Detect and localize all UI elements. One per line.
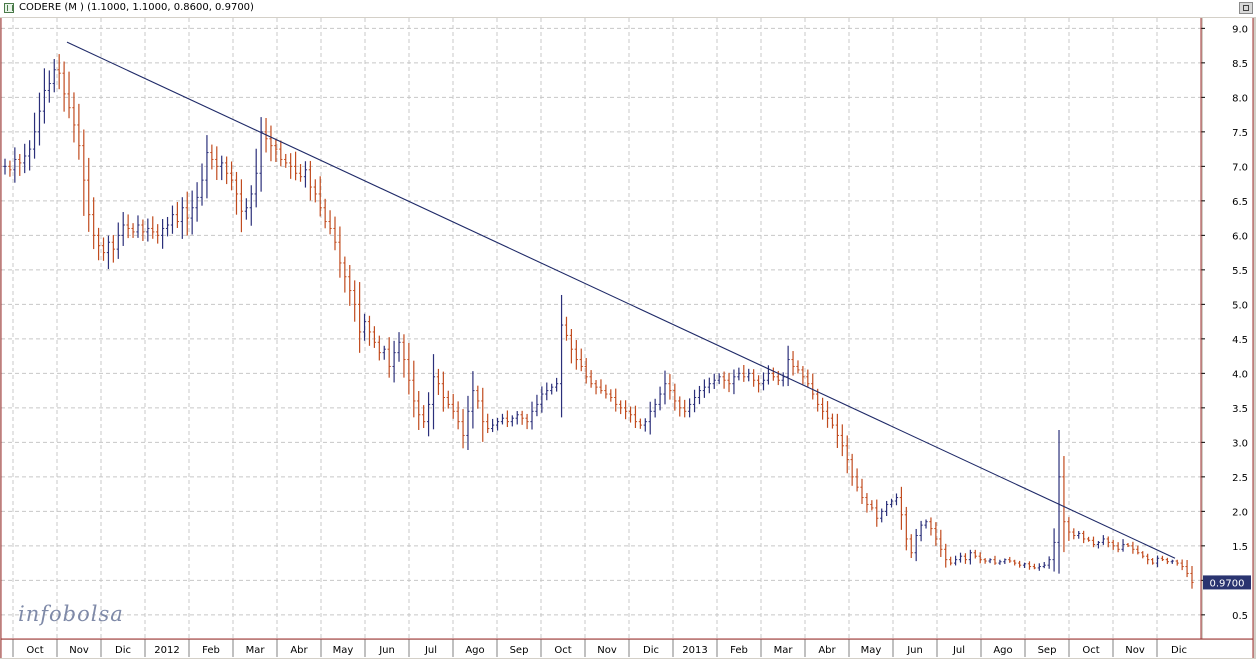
y-tick-label: 8.0 (1232, 93, 1248, 104)
title-bar: CODERE (M ) (1.1000, 1.1000, 0.8600, 0.9… (0, 0, 1256, 18)
x-tick-label: Nov (1125, 645, 1145, 656)
x-tick-label: Dic (643, 645, 659, 656)
x-tick-label: 2012 (154, 645, 179, 656)
x-tick-label: Jun (906, 645, 923, 656)
x-tick-label: Mar (246, 645, 266, 656)
y-tick-label: 5.0 (1232, 300, 1248, 311)
y-tick-label: 7.5 (1232, 128, 1248, 139)
price-chart: 9.0 8.5 8.0 7.5 7.0 6.5 6.0 5.5 5.0 4.5 4.0 3.5 3.0 2… (0, 17, 1256, 659)
x-tick-label: Feb (202, 645, 220, 656)
x-tick-label: Mar (774, 645, 794, 656)
x-tick-label: Oct (26, 645, 43, 656)
x-tick-label: Jul (952, 645, 965, 656)
x-tick-label: 2013 (682, 645, 707, 656)
infobolsa-watermark: infobolsa (18, 602, 124, 626)
y-tick-label: 2.0 (1232, 507, 1248, 518)
last-price-marker: 0.9700 (1203, 575, 1251, 590)
plot-area (1, 18, 1201, 639)
y-tick-label: 5.5 (1232, 266, 1248, 277)
y-tick-label: 3.5 (1232, 404, 1248, 415)
x-tick-label: Abr (818, 645, 836, 656)
y-tick-label: 7.0 (1232, 162, 1248, 173)
last-price-label: 0.9700 (1210, 578, 1245, 589)
x-tick-label: Ago (465, 645, 484, 656)
x-tick-label: Sep (1038, 645, 1057, 656)
x-tick-label: Jul (424, 645, 437, 656)
x-tick-label: Oct (554, 645, 571, 656)
x-tick-label: Nov (69, 645, 89, 656)
x-tick-label: Ago (993, 645, 1012, 656)
x-tick-label: Abr (290, 645, 308, 656)
x-tick-label: Sep (510, 645, 529, 656)
window-title: CODERE (M ) (1.1000, 1.1000, 0.8600, 0.9… (19, 2, 254, 13)
y-tick-label: 0.5 (1232, 611, 1248, 622)
y-tick-label: 4.5 (1232, 335, 1248, 346)
chart-window: CODERE (M ) (1.1000, 1.1000, 0.8600, 0.9… (0, 0, 1256, 659)
x-tick-label: Dic (1171, 645, 1187, 656)
x-tick-label: May (333, 645, 354, 656)
y-tick-label: 6.0 (1232, 231, 1248, 242)
x-tick-label: Nov (597, 645, 617, 656)
x-tick-label: Jun (378, 645, 395, 656)
x-tick-label: May (861, 645, 882, 656)
maximize-button[interactable] (1239, 2, 1253, 14)
y-tick-label: 1.5 (1232, 542, 1248, 553)
x-tick-label: Feb (730, 645, 748, 656)
y-tick-label: 4.0 (1232, 369, 1248, 380)
x-tick-label: Oct (1082, 645, 1099, 656)
y-tick-label: 8.5 (1232, 59, 1248, 70)
y-tick-label: 2.5 (1232, 473, 1248, 484)
y-tick-label: 6.5 (1232, 197, 1248, 208)
chart-window-icon (4, 3, 14, 13)
x-tick-label: Dic (115, 645, 131, 656)
y-tick-label: 3.0 (1232, 438, 1248, 449)
y-tick-label: 9.0 (1232, 24, 1248, 35)
